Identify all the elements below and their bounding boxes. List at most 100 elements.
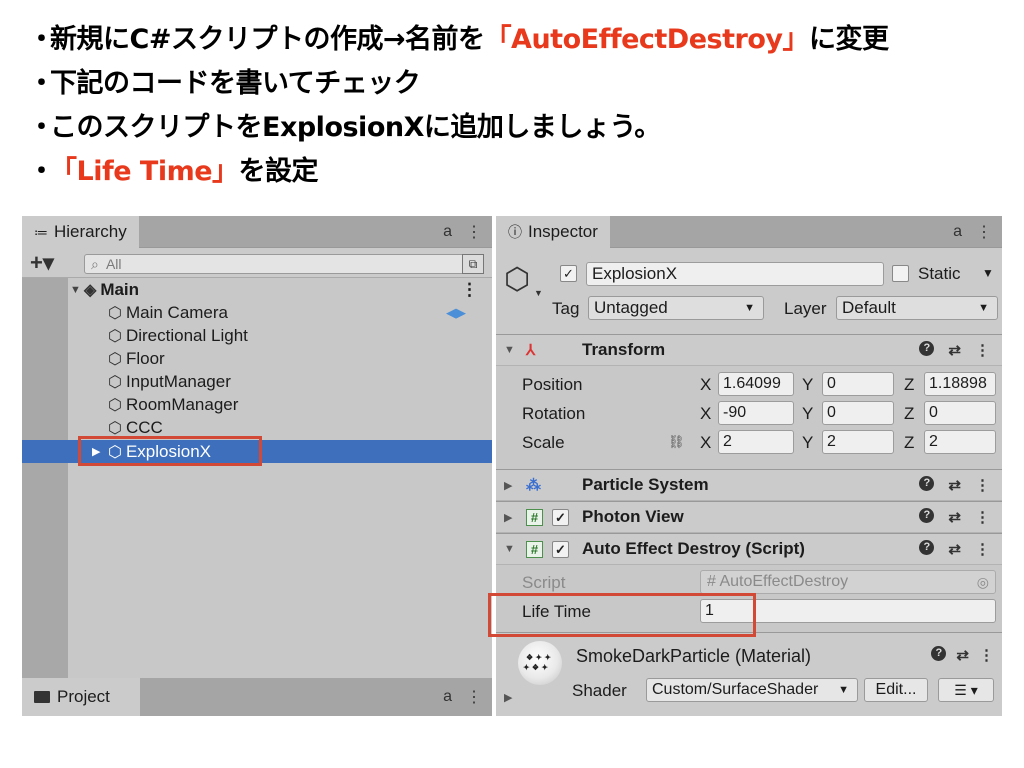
static-dropdown-caret-icon[interactable]: ▼ <box>982 266 994 280</box>
edit-shader-button[interactable]: Edit... <box>864 678 928 702</box>
kebab-menu-icon[interactable]: ⋮ <box>466 222 482 242</box>
info-icon: ⓘ <box>508 224 522 240</box>
scale-x-field[interactable]: 2 <box>718 430 794 454</box>
unity-scene-icon: ◈ <box>84 281 97 299</box>
scale-y-field[interactable]: 2 <box>822 430 894 454</box>
bullet-highlight: 「Life Time」 <box>50 155 239 187</box>
search-icon: ⌕ <box>91 256 99 272</box>
transform-axes-icon: ⅄ <box>526 342 536 359</box>
lock-icon[interactable]: a <box>443 688 452 706</box>
gameobject-cube-icon: ⬡ <box>108 373 122 391</box>
hierarchy-item-floor[interactable]: ⬡ Floor <box>22 347 492 370</box>
component-header-auto-effect-destroy[interactable]: ▼ # ✓ Auto Effect Destroy (Script) ? ⇄ ⋮ <box>496 533 1002 565</box>
material-name: SmokeDarkParticle (Material) <box>576 646 812 666</box>
component-enabled-checkbox[interactable]: ✓ <box>552 541 569 558</box>
project-tab-tools: a ⋮ <box>443 678 482 716</box>
layer-dropdown[interactable]: Default ▼ <box>836 296 998 320</box>
object-picker-icon[interactable]: ◎ <box>977 571 989 593</box>
rotation-z-field[interactable]: 0 <box>924 401 996 425</box>
fold-arrow-icon[interactable]: ▶ <box>504 511 512 524</box>
script-reference-field[interactable]: # AutoEffectDestroy ◎ <box>700 570 996 594</box>
fold-arrow-icon[interactable]: ▶ <box>504 691 512 704</box>
kebab-menu-icon[interactable]: ⋮ <box>976 222 992 242</box>
preset-sliders-icon[interactable]: ⇄ <box>948 341 961 359</box>
object-name-field[interactable]: ExplosionX <box>586 262 884 286</box>
hierarchy-item-directional-light[interactable]: ⬡ Directional Light <box>22 324 492 347</box>
fold-arrow-icon[interactable]: ▼ <box>504 543 515 555</box>
scene-picker-icon[interactable]: ⧉ <box>462 254 484 274</box>
life-time-field[interactable]: 1 <box>700 599 996 623</box>
material-preview-sphere[interactable]: ❖ ✦ ✦ ✦ ❖ ✦ <box>518 641 562 685</box>
property-label: Position <box>522 375 583 394</box>
expand-arrow-icon[interactable]: ▶ <box>92 445 106 458</box>
add-object-button[interactable]: +▾ <box>30 250 54 276</box>
tag-dropdown[interactable]: Untagged ▼ <box>588 296 764 320</box>
preset-sliders-icon[interactable]: ⇄ <box>948 476 961 494</box>
preset-sliders-icon[interactable]: ⇄ <box>956 646 969 664</box>
hierarchy-search-input[interactable]: ⌕ All ⧉ <box>84 254 484 274</box>
rotation-x-field[interactable]: -90 <box>718 401 794 425</box>
component-header-particle-system[interactable]: ▶ ⁂ Particle System ? ⇄ ⋮ <box>496 469 1002 501</box>
constrain-proportions-link-icon[interactable]: ⛓ <box>668 434 685 450</box>
preset-sliders-icon[interactable]: ⇄ <box>948 508 961 526</box>
kebab-menu-icon[interactable]: ⋮ <box>979 646 994 664</box>
bullet-text: 新規にC#スクリプトの作成→名前を <box>50 23 485 55</box>
static-checkbox[interactable] <box>892 265 909 282</box>
help-icon[interactable]: ? <box>919 341 935 356</box>
script-hash-icon: # <box>707 573 720 590</box>
preset-sliders-icon[interactable]: ⇄ <box>948 540 961 558</box>
lock-icon[interactable]: a <box>443 223 452 241</box>
kebab-menu-icon[interactable]: ⋮ <box>466 687 482 707</box>
rotation-y-field[interactable]: 0 <box>822 401 894 425</box>
fold-arrow-icon[interactable]: ▶ <box>504 479 512 492</box>
component-enabled-checkbox[interactable]: ✓ <box>552 509 569 526</box>
tag-value: Untagged <box>594 298 668 317</box>
transform-properties: Position X 1.64099 Y 0 Z 1.18898 Rotatio… <box>496 366 1002 464</box>
gameobject-cube-icon: ⬡ <box>108 304 122 322</box>
kebab-menu-icon[interactable]: ⋮ <box>975 476 990 494</box>
component-header-transform[interactable]: ▼ ⅄ Transform ? ⇄ ⋮ <box>496 334 1002 366</box>
hierarchy-item-explosionx[interactable]: ▶ ⬡ ExplosionX <box>22 440 492 463</box>
component-title: Transform <box>582 340 666 359</box>
shader-options-list-button[interactable]: ☰ ▾ <box>938 678 994 702</box>
help-icon[interactable]: ? <box>919 476 935 491</box>
icon-dropdown-caret-icon[interactable]: ▼ <box>534 288 543 298</box>
scene-row-main[interactable]: ▼ ◈ Main ⋮ <box>22 278 492 301</box>
axis-y-label: Y <box>802 433 814 452</box>
component-header-photon-view[interactable]: ▶ # ✓ Photon View ? ⇄ ⋮ <box>496 501 1002 533</box>
scale-z-field[interactable]: 2 <box>924 430 996 454</box>
fold-arrow-icon[interactable]: ▼ <box>504 344 515 356</box>
hierarchy-list-icon: ≔ <box>34 223 48 240</box>
axis-y-label: Y <box>802 404 814 423</box>
position-x-field[interactable]: 1.64099 <box>718 372 794 396</box>
hierarchy-item-main-camera[interactable]: ⬡ Main Camera ◀▶ <box>22 301 492 324</box>
shader-dropdown[interactable]: Custom/SurfaceShader ▼ <box>646 678 858 702</box>
kebab-menu-icon[interactable]: ⋮ <box>975 540 990 558</box>
bullet-text-suffix: を設定 <box>238 155 319 187</box>
gameobject-cube-icon: ⬡ <box>108 350 122 368</box>
tab-hierarchy[interactable]: ≔ Hierarchy <box>22 216 139 248</box>
bullet-write-code: ・ 下記のコードを書いてチェック <box>28 58 888 102</box>
kebab-menu-icon[interactable]: ⋮ <box>461 280 478 300</box>
gameobject-cube-icon[interactable]: ⬡ <box>504 262 530 297</box>
position-z-field[interactable]: 1.18898 <box>924 372 996 396</box>
bullet-mark: ・ <box>28 111 55 143</box>
hierarchy-item-label: CCC <box>125 417 163 437</box>
tab-label: Project <box>57 687 110 706</box>
help-icon[interactable]: ? <box>919 508 935 523</box>
hierarchy-item-ccc[interactable]: ⬡ CCC <box>22 416 492 439</box>
fold-arrow-icon[interactable]: ▼ <box>70 284 84 296</box>
hierarchy-item-inputmanager[interactable]: ⬡ InputManager <box>22 370 492 393</box>
help-icon[interactable]: ? <box>931 646 947 661</box>
help-icon[interactable]: ? <box>919 540 935 555</box>
tab-project[interactable]: Project <box>22 678 140 716</box>
axis-z-label: Z <box>904 433 915 452</box>
lock-icon[interactable]: a <box>953 223 962 241</box>
hierarchy-item-roommanager[interactable]: ⬡ RoomManager <box>22 393 492 416</box>
tab-inspector[interactable]: ⓘ Inspector <box>496 216 610 248</box>
kebab-menu-icon[interactable]: ⋮ <box>975 341 990 359</box>
hierarchy-item-label: Floor <box>125 348 165 368</box>
kebab-menu-icon[interactable]: ⋮ <box>975 508 990 526</box>
position-y-field[interactable]: 0 <box>822 372 894 396</box>
active-checkbox[interactable]: ✓ <box>560 265 577 282</box>
